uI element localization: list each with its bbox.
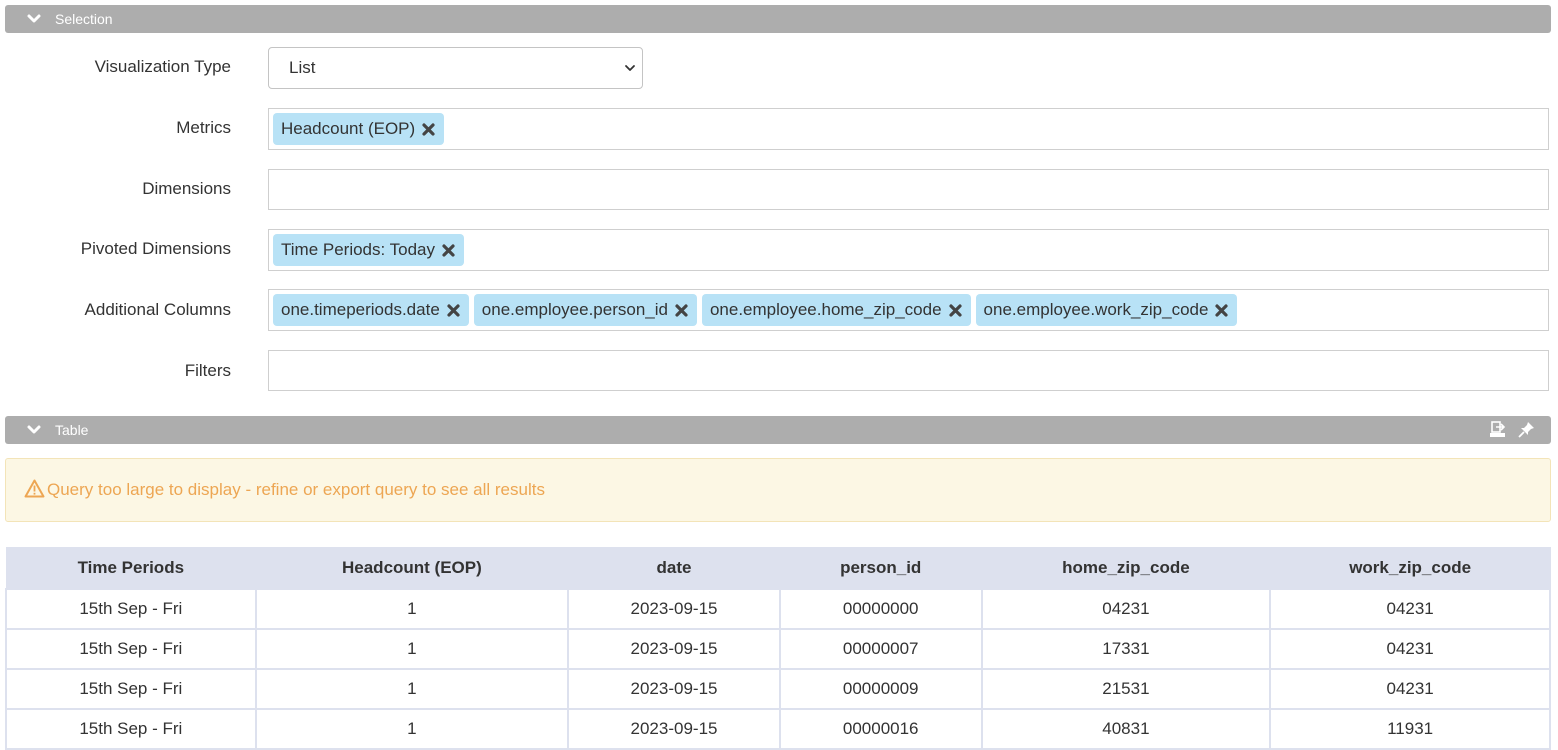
additional-columns-field[interactable]: one.timeperiods.date one.employee.person_… — [268, 289, 1549, 331]
column-header-work-zip-code[interactable]: work_zip_code — [1269, 547, 1551, 590]
additional-columns-tag-list: one.timeperiods.date one.employee.person_… — [273, 294, 1238, 326]
remove-x-icon[interactable] — [441, 243, 456, 258]
table-cell: 11931 — [1269, 708, 1551, 750]
table-cell: 00000007 — [778, 628, 983, 670]
additional-columns-tag[interactable]: one.employee.work_zip_code — [975, 294, 1238, 326]
table-cell: 04231 — [1269, 668, 1551, 710]
chevron-down-icon — [27, 14, 41, 23]
pivoted-dimensions-label: Pivoted Dimensions — [80, 239, 231, 258]
metrics-tag-list: Headcount (EOP) — [273, 113, 445, 145]
remove-x-icon[interactable] — [1214, 303, 1229, 318]
table-row: 15th Sep - Fri 1 2023-09-15 00000000 042… — [5, 588, 1551, 630]
table-cell: 15th Sep - Fri — [5, 588, 257, 630]
remove-x-icon[interactable] — [674, 303, 689, 318]
table-cell: 15th Sep - Fri — [5, 628, 257, 670]
table-cell: 04231 — [980, 588, 1272, 630]
table-cell: 17331 — [980, 628, 1272, 670]
column-header-home-zip-code[interactable]: home_zip_code — [981, 547, 1271, 590]
column-header-person-id[interactable]: person_id — [779, 547, 983, 590]
chevron-down-icon — [27, 425, 41, 434]
table-row: 15th Sep - Fri 1 2023-09-15 00000016 408… — [5, 708, 1551, 750]
table-cell: 1 — [254, 708, 570, 750]
additional-columns-tag[interactable]: one.employee.home_zip_code — [701, 294, 971, 326]
selection-section-title: Selection — [55, 11, 113, 27]
results-table: Time Periods Headcount (EOP) date person… — [5, 547, 1551, 750]
table-cell: 1 — [254, 588, 570, 630]
selection-section-header[interactable]: Selection — [5, 5, 1551, 33]
visualization-type-label: Visualization Type — [94, 57, 231, 76]
table-cell: 2023-09-15 — [567, 708, 781, 750]
remove-x-icon[interactable] — [948, 303, 963, 318]
table-cell: 1 — [254, 628, 570, 670]
table-cell: 04231 — [1269, 588, 1551, 630]
table-cell: 00000009 — [778, 668, 983, 710]
query-too-large-alert: Query too large to display - refine or e… — [5, 458, 1551, 522]
additional-columns-tag-label: one.timeperiods.date — [281, 300, 440, 319]
warning-icon — [24, 479, 45, 498]
metrics-label: Metrics — [176, 118, 231, 137]
visualization-type-select[interactable]: List — [268, 47, 643, 89]
table-cell: 1 — [254, 668, 570, 710]
filters-field[interactable] — [268, 350, 1549, 391]
table-cell: 2023-09-15 — [567, 628, 781, 670]
table-cell: 21531 — [980, 668, 1272, 710]
chevron-down-icon — [625, 65, 635, 71]
table-header-row: Time Periods Headcount (EOP) date person… — [5, 547, 1551, 590]
table-cell: 40831 — [980, 708, 1272, 750]
column-header-time-periods[interactable]: Time Periods — [5, 547, 257, 590]
pivoted-dimensions-tag-label: Time Periods: Today — [281, 240, 436, 259]
alert-text: Query too large to display - refine or e… — [47, 480, 545, 499]
table-cell: 2023-09-15 — [567, 668, 781, 710]
remove-x-icon[interactable] — [421, 122, 436, 137]
table-section-title: Table — [55, 422, 89, 438]
pivoted-dimensions-tag-list: Time Periods: Today — [273, 234, 465, 266]
metrics-tag-label: Headcount (EOP) — [281, 119, 416, 138]
remove-x-icon[interactable] — [446, 303, 461, 318]
table-row: 15th Sep - Fri 1 2023-09-15 00000009 215… — [5, 668, 1551, 710]
table-cell: 04231 — [1269, 628, 1551, 670]
pivoted-dimensions-field[interactable]: Time Periods: Today — [268, 229, 1549, 271]
pivoted-dimensions-tag[interactable]: Time Periods: Today — [273, 234, 465, 266]
dimensions-label: Dimensions — [142, 179, 231, 198]
pin-icon[interactable] — [1518, 421, 1535, 438]
visualization-type-value: List — [289, 58, 316, 77]
table-section-header[interactable]: Table — [5, 416, 1551, 444]
additional-columns-tag-label: one.employee.home_zip_code — [709, 300, 942, 319]
additional-columns-tag-label: one.employee.work_zip_code — [983, 300, 1209, 319]
additional-columns-tag[interactable]: one.timeperiods.date — [273, 294, 469, 326]
additional-columns-tag-label: one.employee.person_id — [481, 300, 668, 319]
metrics-field[interactable]: Headcount (EOP) — [268, 108, 1549, 150]
column-header-date[interactable]: date — [567, 547, 781, 590]
table-cell: 00000000 — [778, 588, 983, 630]
table-row: 15th Sep - Fri 1 2023-09-15 00000007 173… — [5, 628, 1551, 670]
additional-columns-tag[interactable]: one.employee.person_id — [473, 294, 697, 326]
table-cell: 2023-09-15 — [567, 588, 781, 630]
dimensions-field[interactable] — [268, 169, 1549, 210]
additional-columns-label: Additional Columns — [84, 300, 231, 319]
table-cell: 00000016 — [778, 708, 983, 750]
export-icon[interactable] — [1489, 421, 1506, 438]
filters-label: Filters — [184, 361, 231, 380]
table-cell: 15th Sep - Fri — [5, 708, 257, 750]
metrics-tag[interactable]: Headcount (EOP) — [273, 113, 445, 145]
column-header-headcount[interactable]: Headcount (EOP) — [255, 547, 569, 590]
table-cell: 15th Sep - Fri — [5, 668, 257, 710]
